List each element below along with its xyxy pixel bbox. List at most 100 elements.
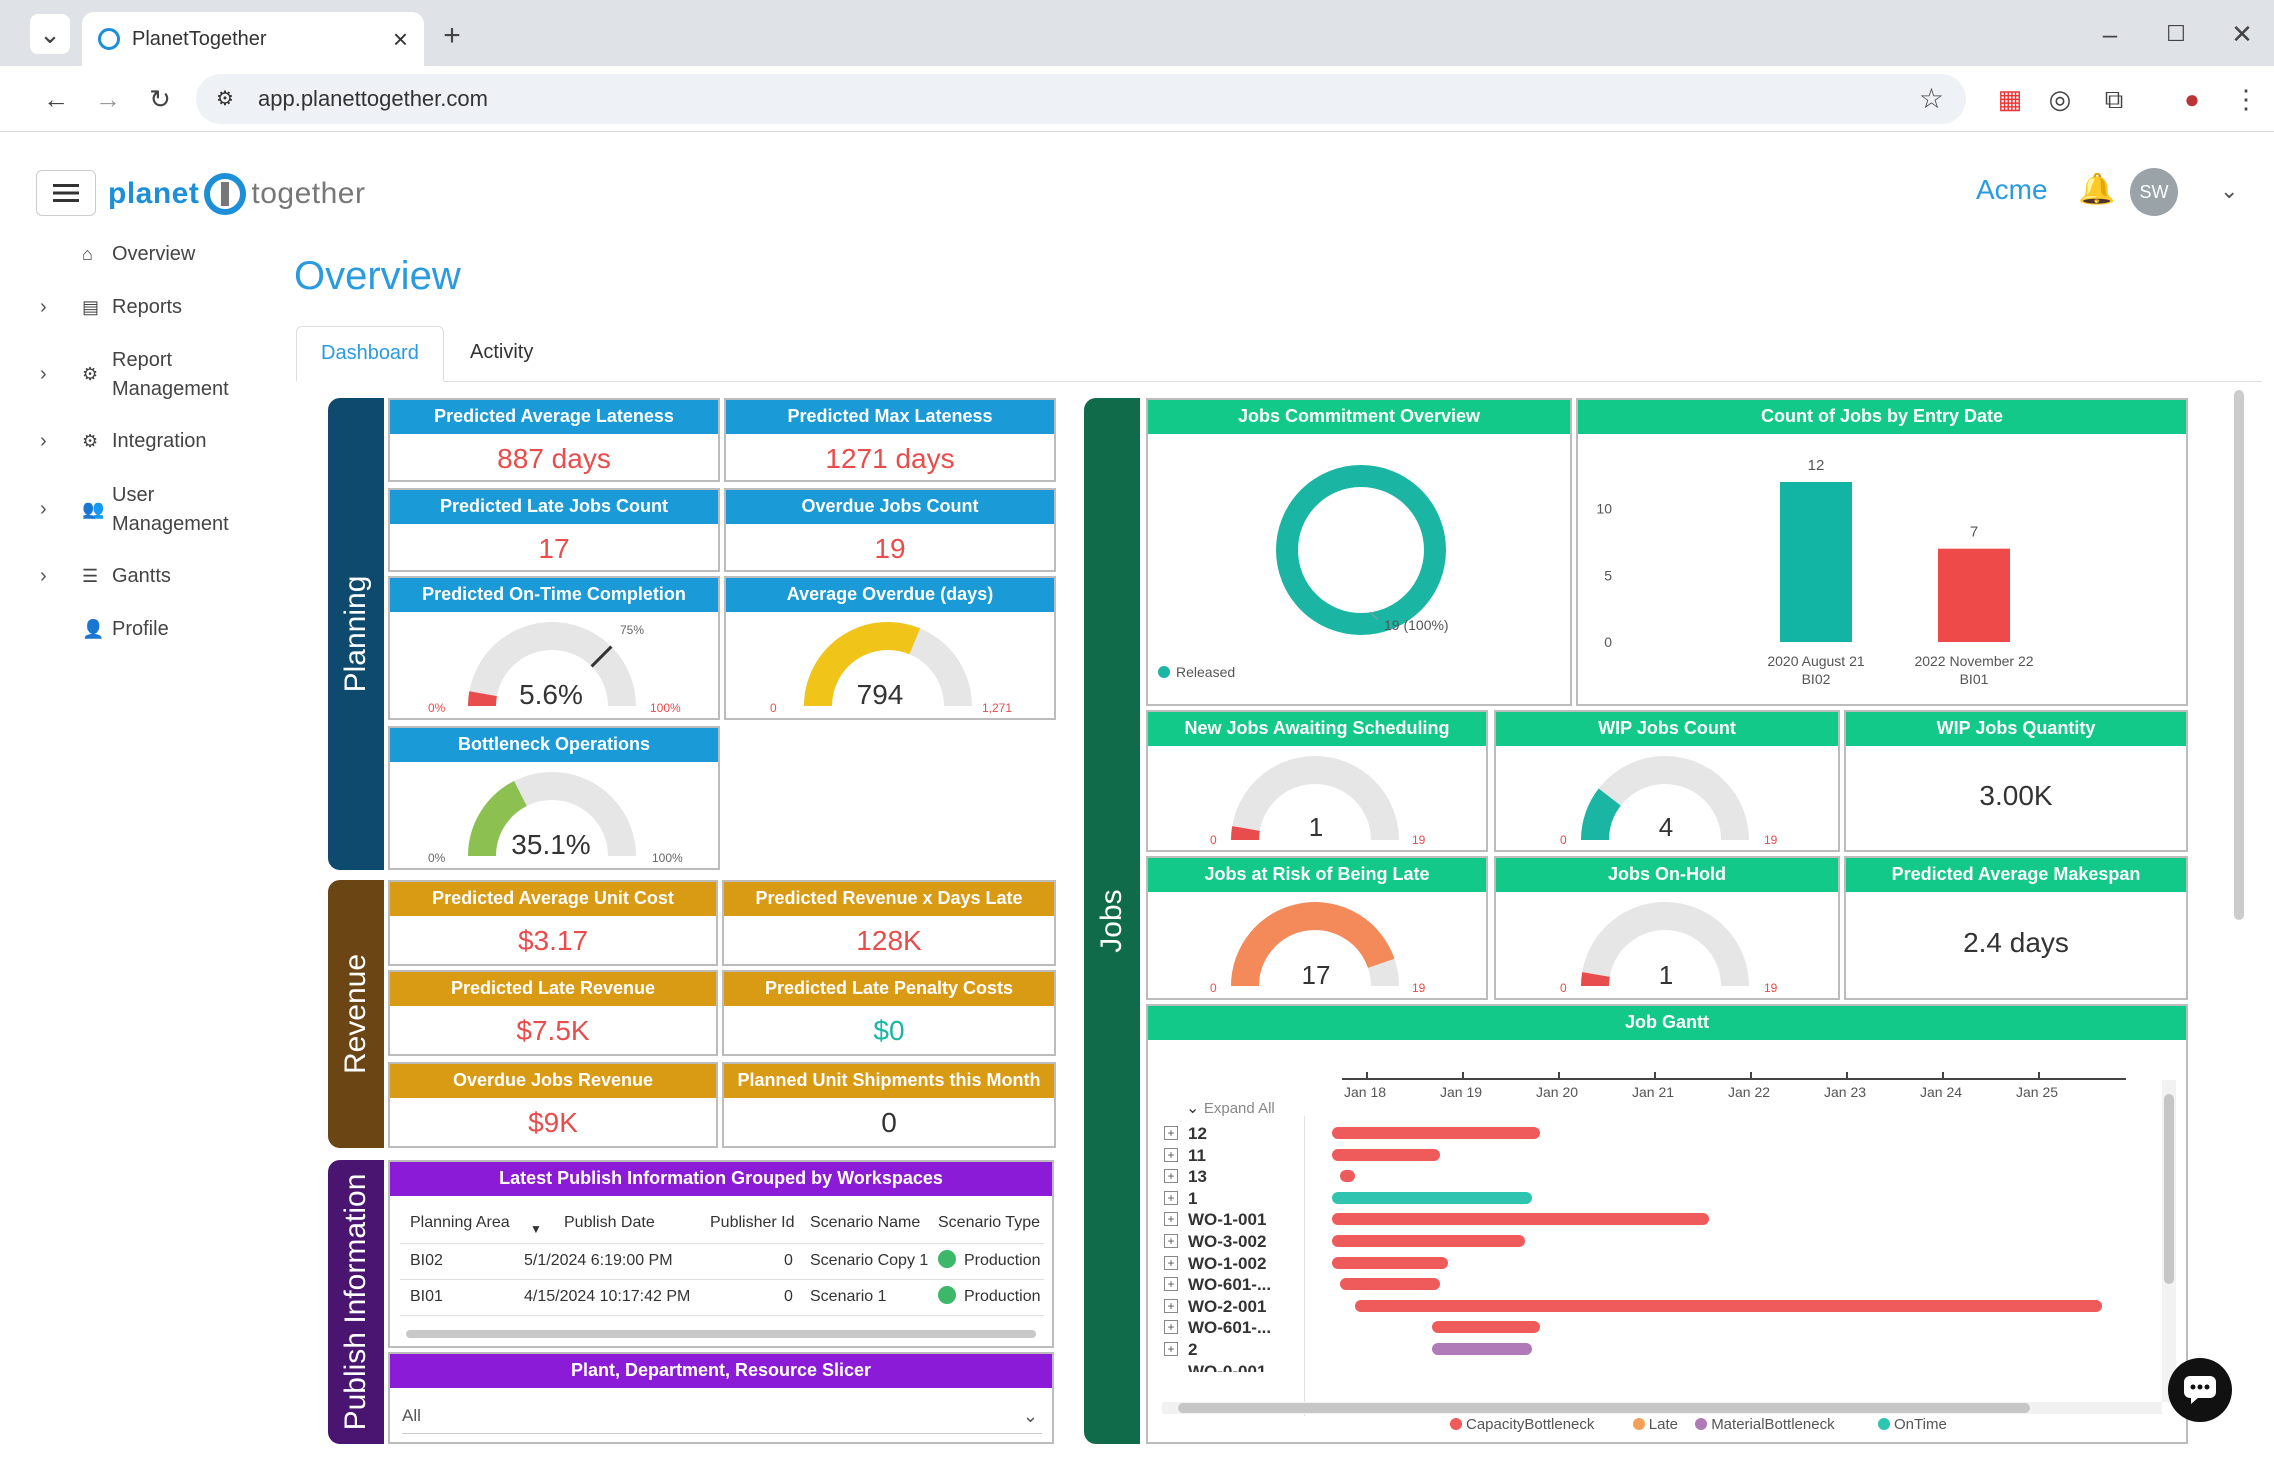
bookmark-star-icon[interactable]: ☆ <box>1919 82 1944 115</box>
hamburger-menu-button[interactable] <box>36 170 96 216</box>
extension-calendar-icon[interactable]: ▦ <box>1990 79 2030 119</box>
chevron-right-icon[interactable]: › <box>40 562 60 591</box>
revenue-days-late-card[interactable]: Predicted Revenue x Days Late 128K <box>722 880 1056 966</box>
chat-button[interactable] <box>2168 1358 2232 1422</box>
table-row[interactable]: BI01 4/15/2024 10:17:42 PM 0 Scenario 1 … <box>400 1280 1044 1316</box>
slicer-dropdown[interactable]: All ⌄ <box>402 1398 1042 1434</box>
column-header[interactable]: Scenario Type <box>938 1214 1040 1232</box>
penalty-costs-card[interactable]: Predicted Late Penalty Costs $0 <box>722 970 1056 1056</box>
gantt-row-label[interactable]: WO-3-002 <box>1188 1232 1266 1252</box>
gantt-bar[interactable] <box>1432 1321 1540 1334</box>
tab-search-icon[interactable]: ⌄ <box>30 14 70 54</box>
window-close-icon[interactable]: ✕ <box>2222 14 2262 54</box>
gantt-bar[interactable] <box>1332 1213 1710 1226</box>
gantt-row-label[interactable]: WO-2-001 <box>1188 1297 1266 1317</box>
address-bar[interactable]: ⚙ app.planettogether.com ☆ <box>196 74 1966 124</box>
unit-cost-card[interactable]: Predicted Average Unit Cost $3.17 <box>388 880 718 966</box>
on-hold-card[interactable]: Jobs On-Hold 1 0 19 <box>1494 856 1840 1000</box>
company-name[interactable]: Acme <box>1976 174 2048 206</box>
chevron-down-icon[interactable]: ⌄ <box>1023 1398 1038 1434</box>
expand-row-icon[interactable]: + <box>1164 1126 1178 1140</box>
gantt-bar[interactable] <box>1332 1191 1533 1204</box>
at-risk-card[interactable]: Jobs at Risk of Being Late 17 0 19 <box>1146 856 1488 1000</box>
chevron-right-icon[interactable]: › <box>40 495 60 524</box>
profile-icon[interactable]: ● <box>2172 79 2212 119</box>
tab-close-icon[interactable]: × <box>393 24 408 55</box>
site-info-icon[interactable]: ⚙ <box>216 86 234 111</box>
expand-row-icon[interactable]: + <box>1164 1147 1178 1162</box>
column-header[interactable]: Publisher Id <box>710 1214 795 1232</box>
expand-row-icon[interactable]: + <box>1164 1320 1178 1335</box>
table-row[interactable]: BI02 5/1/2024 6:19:00 PM 0 Scenario Copy… <box>400 1244 1044 1280</box>
tab-activity[interactable]: Activity <box>446 326 557 382</box>
tab-dashboard[interactable]: Dashboard <box>296 326 444 382</box>
gantt-row-label[interactable]: 12 <box>1188 1124 1207 1144</box>
page-scrollbar[interactable] <box>2234 390 2244 920</box>
overdue-revenue-card[interactable]: Overdue Jobs Revenue $9K <box>388 1062 718 1148</box>
overdue-jobs-card[interactable]: Overdue Jobs Count 19 <box>724 488 1056 572</box>
forward-icon[interactable]: → <box>88 79 128 119</box>
gantt-bar[interactable] <box>1355 1299 2102 1312</box>
expand-row-icon[interactable]: + <box>1164 1190 1178 1205</box>
bottleneck-card[interactable]: Bottleneck Operations 35.1% 0% 100% <box>388 726 720 870</box>
expand-row-icon[interactable]: + <box>1164 1234 1178 1248</box>
makespan-card[interactable]: Predicted Average Makespan 2.4 days <box>1844 856 2188 1000</box>
gantt-bar[interactable] <box>1339 1278 1440 1291</box>
expand-row-icon[interactable]: + <box>1164 1342 1178 1356</box>
avg-lateness-card[interactable]: Predicted Average Lateness 887 days <box>388 398 720 482</box>
gantt-bar[interactable] <box>1332 1127 1540 1139</box>
ontime-card[interactable]: Predicted On-Time Completion 5.6% 0% 100… <box>388 576 720 720</box>
wip-quantity-card[interactable]: WIP Jobs Quantity 3.00K <box>1844 710 2188 852</box>
sort-desc-icon[interactable]: ▼ <box>530 1222 542 1236</box>
expand-row-icon[interactable]: + <box>1164 1169 1178 1184</box>
gantt-bar[interactable] <box>1432 1343 1533 1355</box>
max-lateness-card[interactable]: Predicted Max Lateness 1271 days <box>724 398 1056 482</box>
gantt-row-label[interactable]: WO-1-001 <box>1188 1210 1266 1230</box>
expand-row-icon[interactable]: + <box>1164 1277 1178 1292</box>
reload-icon[interactable]: ↻ <box>140 79 180 119</box>
new-tab-icon[interactable]: + <box>432 16 472 56</box>
gantt-vertical-scrollbar[interactable] <box>2162 1080 2176 1402</box>
gantt-row-label[interactable]: WO-601-... <box>1188 1275 1271 1295</box>
gantt-row-label[interactable]: 11 <box>1188 1146 1206 1166</box>
gantt-row-label[interactable]: 2 <box>1188 1340 1197 1360</box>
user-menu-chevron-icon[interactable]: ⌄ <box>2220 178 2238 204</box>
column-header[interactable]: Scenario Name <box>810 1214 920 1232</box>
column-header[interactable]: Planning Area <box>410 1214 510 1232</box>
notification-bell-icon[interactable]: 🔔 <box>2078 172 2115 207</box>
extension-icon[interactable]: ◎ <box>2040 79 2080 119</box>
browser-tab[interactable]: PlanetTogether × <box>82 12 424 66</box>
gantt-bar[interactable] <box>1339 1170 1356 1183</box>
wip-count-card[interactable]: WIP Jobs Count 4 0 19 <box>1494 710 1840 852</box>
scrollbar-thumb[interactable] <box>2164 1094 2174 1284</box>
late-revenue-card[interactable]: Predicted Late Revenue $7.5K <box>388 970 718 1056</box>
back-icon[interactable]: ← <box>36 79 76 119</box>
gantt-row-label[interactable]: 13 <box>1188 1167 1207 1187</box>
bar[interactable] <box>1938 548 2010 642</box>
bar[interactable] <box>1780 482 1852 642</box>
gantt-row-label[interactable]: 1 <box>1188 1189 1197 1209</box>
avatar[interactable]: SW <box>2130 168 2178 216</box>
gantt-row-label[interactable]: WO-0-001 <box>1188 1362 1266 1372</box>
column-header[interactable]: Publish Date <box>564 1214 655 1232</box>
avg-overdue-card[interactable]: Average Overdue (days) 794 0 1,271 <box>724 576 1056 720</box>
chevron-right-icon[interactable]: › <box>40 427 60 456</box>
gantt-row-label[interactable]: WO-601-... <box>1188 1318 1271 1338</box>
late-jobs-card[interactable]: Predicted Late Jobs Count 17 <box>388 488 720 572</box>
jobs-commitment-card[interactable]: Jobs Commitment Overview 19 (100%) Relea… <box>1146 398 1572 706</box>
expand-row-icon[interactable]: + <box>1164 1298 1178 1313</box>
chevron-right-icon[interactable]: › <box>40 360 60 389</box>
new-jobs-card[interactable]: New Jobs Awaiting Scheduling 1 0 19 <box>1146 710 1488 852</box>
extensions-puzzle-icon[interactable]: ⧉ <box>2094 79 2134 119</box>
gantt-bar[interactable] <box>1332 1256 1448 1269</box>
gantt-row-label[interactable]: WO-1-002 <box>1188 1254 1266 1274</box>
scrollbar-thumb[interactable] <box>1178 1403 2030 1413</box>
minimize-icon[interactable]: – <box>2090 14 2130 54</box>
gantt-bar[interactable] <box>1332 1235 1525 1247</box>
expand-row-icon[interactable]: + <box>1164 1212 1178 1227</box>
expand-row-icon[interactable]: + <box>1164 1255 1178 1270</box>
gantt-horizontal-scrollbar[interactable] <box>1162 1402 2162 1414</box>
jobs-entry-date-card[interactable]: Count of Jobs by Entry Date 0 5 10 12 2020 A… <box>1576 398 2188 706</box>
expand-all-button[interactable]: ⌄ Expand All <box>1186 1098 1275 1118</box>
chevron-right-icon[interactable]: › <box>40 293 60 322</box>
